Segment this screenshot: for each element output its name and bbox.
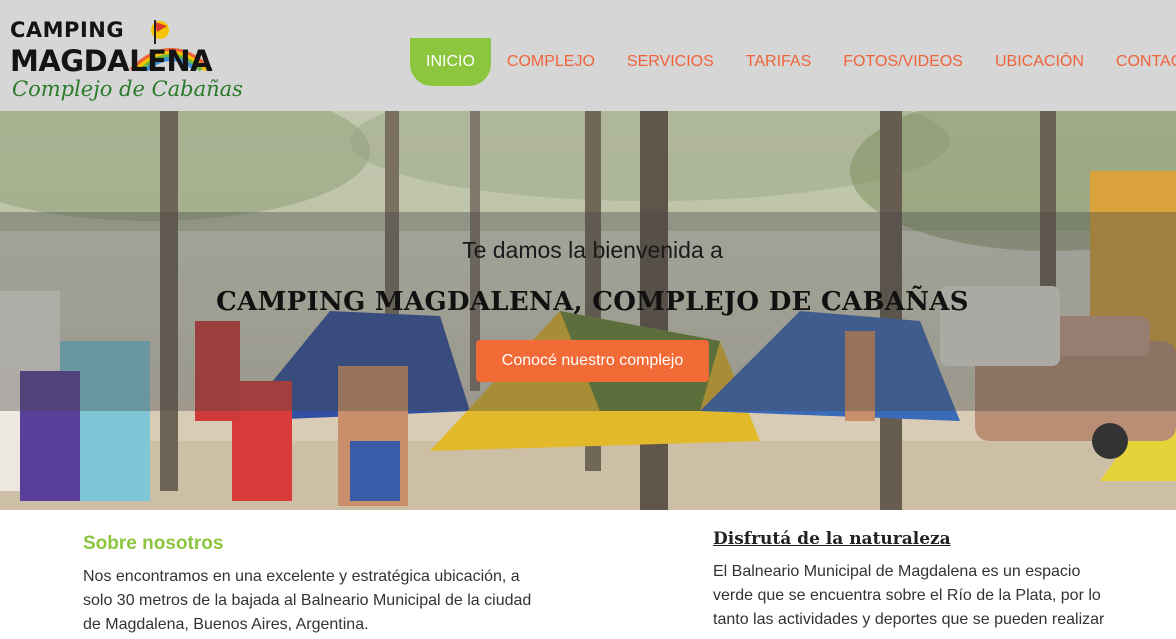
logo-line-magdalena: MAGDALENA bbox=[10, 44, 213, 78]
about-title: Sobre nosotros bbox=[83, 533, 224, 554]
site-logo[interactable]: CAMPING MAGDALENA Complejo de Cabañas bbox=[8, 14, 243, 102]
about-text: Nos encontramos en una excelente y estra… bbox=[83, 568, 532, 633]
conoce-complejo-button[interactable]: Conocé nuestro complejo bbox=[476, 340, 709, 382]
hero-welcome-text: Te damos la bienvenida a bbox=[462, 237, 723, 263]
nav-contacto[interactable]: CONTACTO bbox=[1100, 38, 1176, 86]
nav-complejo[interactable]: COMPLEJO bbox=[491, 38, 611, 86]
nav-fotos-videos[interactable]: FOTOS/VIDEOS bbox=[827, 38, 979, 86]
nav-tarifas[interactable]: TARIFAS bbox=[730, 38, 828, 86]
nav-servicios[interactable]: SERVICIOS bbox=[611, 38, 730, 86]
nature-text: El Balneario Municipal de Magdalena es u… bbox=[713, 563, 1105, 628]
nav-inicio[interactable]: INICIO bbox=[410, 38, 491, 86]
hero-title: CAMPING MAGDALENA, COMPLEJO DE CABAÑAS bbox=[216, 287, 969, 317]
site-header: CAMPING MAGDALENA Complejo de Cabañas IN… bbox=[0, 0, 1176, 111]
logo-line-camping: CAMPING bbox=[10, 18, 125, 42]
nature-title: Disfrutá de la naturaleza bbox=[713, 529, 951, 549]
logo-tagline: Complejo de Cabañas bbox=[12, 77, 243, 101]
main-nav: INICIO COMPLEJO SERVICIOS TARIFAS FOTOS/… bbox=[410, 38, 1176, 86]
flag-icon bbox=[151, 20, 169, 44]
nav-ubicacion[interactable]: UBICACIÓN bbox=[979, 38, 1100, 86]
hero-section: Te damos la bienvenida a CAMPING MAGDALE… bbox=[0, 111, 1176, 510]
